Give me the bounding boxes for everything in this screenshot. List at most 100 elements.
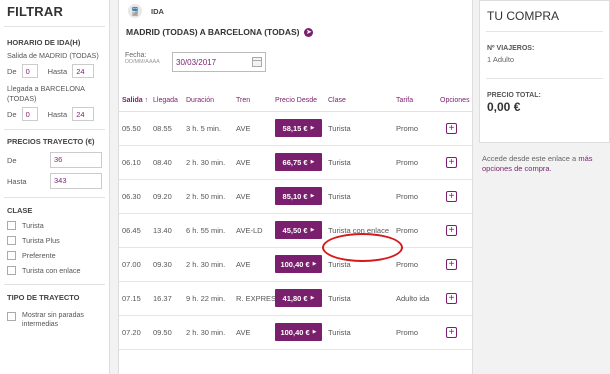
clase-option-label: Preferente [22,251,56,260]
duracion-cell: 2 h. 30 min. [183,145,233,180]
clase-cell: Turista [325,111,393,146]
salida-cell: 07.00 [119,247,150,282]
plus-icon[interactable]: + [446,258,457,270]
precio-de-label: De [7,155,17,165]
plus-icon[interactable]: + [446,326,457,338]
col-precio[interactable]: Precio Desde [272,91,325,112]
clase-option-turista-plus[interactable]: Turista Plus [0,233,109,248]
clase-option-turista-con-enlace[interactable]: Turista con enlace [0,263,109,278]
travellers-label: Nº VIAJEROS: [487,45,535,52]
train-row: 06.10 08.40 2 h. 30 min. AVE 66,75 € ▶ Turista… [119,145,474,180]
salida-cell: 07.20 [119,315,150,350]
col-tren[interactable]: Tren [233,91,272,112]
col-salida[interactable]: Salida ↑ [119,91,150,112]
options-cell: + [437,213,474,248]
plus-icon[interactable]: + [446,122,457,134]
arrow-right-icon[interactable]: ➤ [304,27,314,37]
price-label: 45,50 € [282,225,308,235]
plus-icon[interactable]: + [446,292,457,304]
price-button[interactable]: 85,10 € ▶ [275,187,322,205]
duracion-cell: 2 h. 50 min. [183,179,233,214]
options-cell: + [437,247,474,282]
checkbox[interactable] [7,251,16,260]
col-llegada[interactable]: Llegada [150,91,183,112]
tarifa-cell: Promo [393,315,437,350]
calendar-icon[interactable] [252,57,262,67]
tipo-option-sin-paradas[interactable]: Mostrar sin paradas intermedias [0,311,109,329]
price-label: 58,15 € [282,123,308,133]
col-duracion[interactable]: Duración [183,91,233,112]
tren-cell: AVE [233,315,272,350]
price-cell: 100,40 € ▶ [272,247,325,282]
tren-cell: AVE-LD [233,213,272,248]
access-text: Accede desde este enlace a [482,154,577,163]
direction-label: IDA [151,6,164,16]
llegada-from-input[interactable]: 0 [21,107,38,121]
total-value: 0,00 € [487,100,521,114]
price-cell: 58,15 € ▶ [272,111,325,146]
salida-from-input[interactable]: 0 [21,64,38,78]
direction-row: 🚆 IDA [119,0,472,22]
divider [4,284,105,285]
salida-cell: 06.45 [119,213,150,248]
clase-option-preferente[interactable]: Preferente [0,248,109,263]
clase-option-label: Turista [22,221,44,230]
price-button[interactable]: 100,40 € ▶ [275,255,322,273]
col-tarifa[interactable]: Tarifa [393,91,437,112]
clase-option-turista[interactable]: Turista [0,218,109,233]
clase-heading: CLASE [7,206,33,215]
date-input[interactable]: 30/03/2017 [172,52,266,72]
tren-cell: AVE [233,179,272,214]
date-value: 30/03/2017 [176,58,217,67]
tarifa-cell: Promo [393,111,437,146]
price-cell: 100,40 € ▶ [272,315,325,350]
checkbox[interactable] [7,312,16,321]
train-row: 06.45 13.40 6 h. 55 min. AVE-LD 45,50 € ▶ Turi… [119,213,474,248]
options-cell: + [437,315,474,350]
llegada-de-label: De [7,109,17,119]
clase-cell: Turista [325,281,393,316]
duracion-cell: 3 h. 5 min. [183,111,233,146]
options-cell: + [437,111,474,146]
train-row: 05.50 08.55 3 h. 5 min. AVE 58,15 € ▶ Turista P… [119,111,474,146]
price-label: 41,80 € [282,293,308,303]
options-cell: + [437,145,474,180]
tipo-heading: TIPO DE TRAYECTO [7,293,80,302]
precio-max-input[interactable]: 343 [50,173,102,189]
tipo-option-label: Mostrar sin paradas intermedias [22,312,84,328]
checkbox[interactable] [7,221,16,230]
divider [4,197,105,198]
total-label: PRECIO TOTAL: [487,92,541,99]
plus-icon[interactable]: + [446,190,457,202]
travellers-value: 1 Adulto [487,55,515,64]
clase-cell: Turista [325,145,393,180]
checkbox[interactable] [7,266,16,275]
play-icon: ▶ [310,125,315,131]
precios-heading: PRECIOS TRAYECTO (€) [7,137,95,146]
filter-title: FILTRAR [7,4,64,19]
plus-icon[interactable]: + [446,224,457,236]
price-button[interactable]: 66,75 € ▶ [275,153,322,171]
price-button[interactable]: 41,80 € ▶ [275,289,322,307]
play-icon: ▶ [310,295,315,301]
llegada-cell: 09.30 [150,247,183,282]
train-row: 07.20 09.50 2 h. 30 min. AVE 100,40 € ▶ Turist… [119,315,474,350]
sort-asc-icon: ↑ [144,97,149,105]
col-clase[interactable]: Clase [325,91,393,112]
play-icon: ▶ [310,159,315,165]
precio-min-input[interactable]: 36 [50,152,102,168]
salida-hasta-label: Hasta [47,66,68,76]
more-options-text: Accede desde este enlace a más opciones … [479,143,610,174]
salida-to-input[interactable]: 24 [72,64,95,78]
price-button[interactable]: 58,15 € ▶ [275,119,322,137]
price-label: 66,75 € [282,157,308,167]
price-button[interactable]: 45,50 € ▶ [275,221,322,239]
checkbox[interactable] [7,236,16,245]
llegada-to-input[interactable]: 24 [72,107,95,121]
tren-cell: AVE [233,111,272,146]
plus-icon[interactable]: + [446,156,457,168]
play-icon: ▶ [310,193,315,199]
price-button[interactable]: 100,40 € ▶ [275,323,322,341]
clase-cell: Turista [325,247,393,282]
clase-option-label: Turista con enlace [22,266,81,275]
